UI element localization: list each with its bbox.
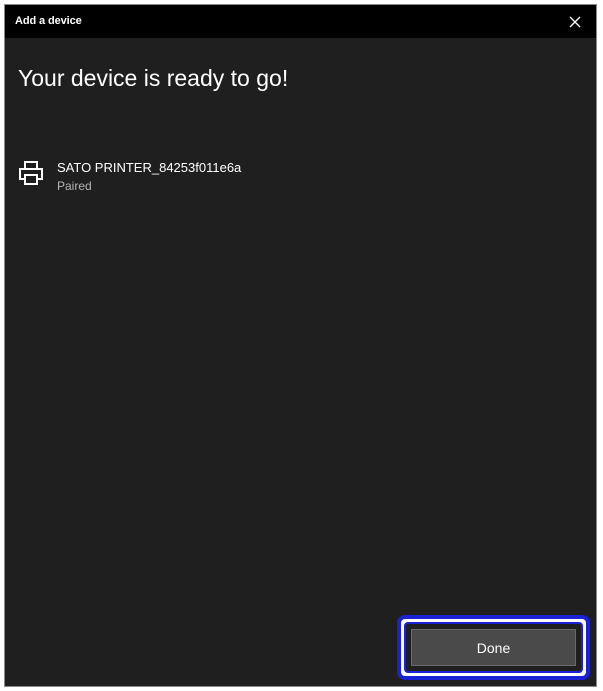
add-device-dialog: Add a device Your device is ready to go!…: [4, 4, 597, 687]
window-title: Add a device: [15, 15, 82, 27]
page-heading: Your device is ready to go!: [18, 65, 289, 91]
title-bar: Add a device: [5, 5, 596, 38]
device-list-item: SATO PRINTER_84253f011e6a Paired: [17, 155, 417, 199]
printer-icon: [19, 161, 43, 185]
close-button[interactable]: [554, 5, 596, 38]
close-icon: [569, 16, 581, 27]
done-button-focus-highlight: Done: [397, 615, 590, 680]
device-status: Paired: [57, 179, 92, 193]
done-button-focus-ring: Done: [404, 622, 583, 673]
device-name: SATO PRINTER_84253f011e6a: [57, 160, 242, 175]
done-button[interactable]: Done: [411, 629, 576, 666]
